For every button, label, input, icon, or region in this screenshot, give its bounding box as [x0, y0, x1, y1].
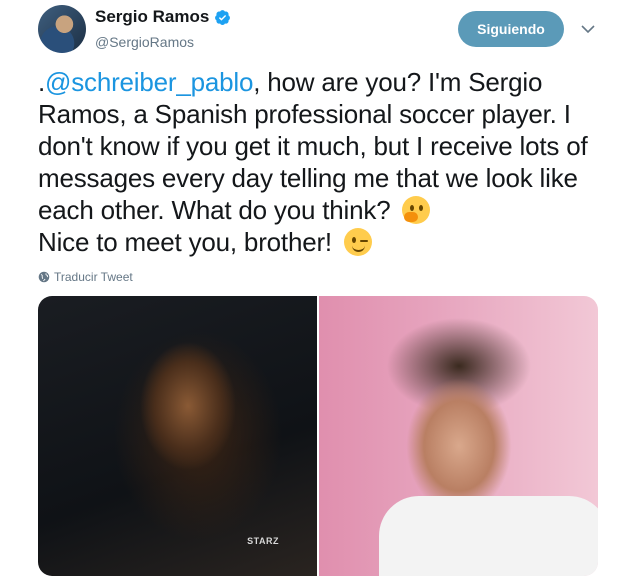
tweet-header: Sergio Ramos @SergioRamos Siguiendo	[38, 5, 608, 55]
globe-icon	[38, 271, 50, 283]
thinking-face-emoji	[402, 196, 431, 224]
winking-face-emoji	[343, 228, 372, 256]
media-grid[interactable]: STARZ	[38, 296, 598, 576]
emoji-hand	[404, 212, 419, 222]
starz-watermark: STARZ	[247, 536, 279, 546]
tweet-prefix: .	[38, 67, 46, 97]
photo-right[interactable]	[319, 296, 598, 576]
chevron-down-glyph	[581, 24, 595, 33]
verified-badge-icon	[215, 9, 231, 25]
photo-left[interactable]: STARZ	[38, 296, 317, 576]
chevron-down-icon[interactable]	[578, 19, 598, 39]
avatar[interactable]	[38, 5, 86, 53]
emoji-mouth	[351, 244, 365, 252]
tweet-body-2: Nice to meet you, brother!	[38, 227, 332, 257]
translate-label: Traducir Tweet	[54, 270, 133, 284]
tweet-text: .@schreiber_pablo, how are you? I'm Serg…	[38, 66, 608, 258]
mention-link[interactable]: @schreiber_pablo	[45, 67, 253, 97]
translate-tweet-link[interactable]: Traducir Tweet	[38, 270, 133, 284]
user-handle[interactable]: @SergioRamos	[95, 34, 194, 50]
following-button[interactable]: Siguiendo	[458, 11, 564, 47]
display-name[interactable]: Sergio Ramos	[95, 7, 209, 27]
name-row: Sergio Ramos	[95, 7, 231, 27]
photo-shirt	[379, 496, 598, 576]
